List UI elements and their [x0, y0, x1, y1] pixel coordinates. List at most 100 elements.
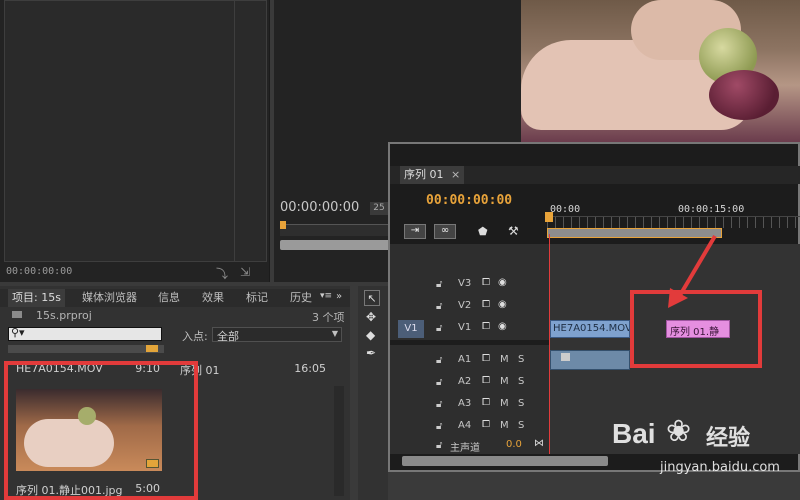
track-header-v3[interactable]: 🔓︎ V3 ⧠ ◉ — [430, 274, 550, 294]
film-icon[interactable]: ⧠ — [482, 321, 490, 332]
program-timecode[interactable]: 00:00:00:00 — [280, 200, 359, 215]
track-header-a1[interactable]: 🔓︎ A1 ⧠ M S — [430, 350, 550, 370]
eye-icon[interactable]: ◉ — [498, 299, 507, 310]
lock-icon[interactable]: 🔓︎ — [436, 440, 444, 451]
badge-icon — [146, 345, 158, 352]
track-header-a4[interactable]: 🔓︎ A4 ⧠ M S — [430, 416, 550, 436]
track-label: A1 — [458, 354, 472, 365]
mute-button[interactable]: M — [500, 354, 509, 365]
master-track-header[interactable]: 🔓︎ 主声道 0.0 ⋈ — [430, 438, 550, 454]
track-header-a3[interactable]: 🔓︎ A3 ⧠ M S — [430, 394, 550, 414]
wrench-icon[interactable]: ⚒ — [508, 224, 519, 238]
solo-button[interactable]: S — [518, 420, 524, 431]
tab-markers[interactable]: 标记 — [246, 289, 268, 307]
master-volume[interactable]: 0.0 — [506, 439, 522, 450]
track-label: A2 — [458, 376, 472, 387]
watermark-brand: Bai — [612, 418, 656, 449]
track-label: V1 — [458, 322, 472, 333]
watermark-brand-cn: 经验 — [706, 426, 751, 451]
time-ruler[interactable] — [547, 216, 800, 228]
film-icon[interactable]: ⧠ — [482, 397, 490, 408]
timeline-tabbar: 序列 01 × — [390, 166, 800, 184]
track-header-v1[interactable]: 🔓︎ V1 ⧠ ◉ — [430, 318, 550, 338]
lock-icon[interactable]: 🔓︎ — [436, 421, 444, 432]
list-item[interactable]: 序列 01 16:05 — [176, 359, 326, 377]
inpoint-label: 入点: — [182, 330, 208, 343]
solo-button[interactable]: S — [518, 354, 524, 365]
tab-media-browser[interactable]: 媒体浏览器 — [82, 289, 137, 307]
solo-button[interactable]: S — [518, 376, 524, 387]
tab-sequence-label: 序列 01 — [404, 168, 444, 181]
tools-panel: ↖ ✥ ◆ ✒ — [358, 286, 388, 500]
insert-icon[interactable]: ⤵ — [216, 265, 228, 282]
mute-button[interactable]: M — [500, 420, 509, 431]
project-file-name: 15s.prproj — [36, 309, 92, 322]
tab-info[interactable]: 信息 — [158, 289, 180, 307]
panel-menu-icon[interactable]: ▾≡ — [320, 291, 332, 301]
source-patch-v1[interactable]: V1 — [398, 320, 424, 338]
tab-sequence[interactable]: 序列 01 × — [400, 166, 465, 184]
tab-effects[interactable]: 效果 — [202, 289, 224, 307]
zoom-level[interactable]: 25 — [370, 202, 388, 215]
tab-project[interactable]: 项目: 15s — [8, 289, 65, 307]
snap-icon[interactable]: ⇥ — [404, 224, 426, 239]
film-icon[interactable]: ⧠ — [482, 299, 490, 310]
source-scrollbar[interactable] — [234, 1, 264, 261]
playhead-handle[interactable] — [545, 212, 553, 222]
playhead-line[interactable] — [549, 234, 550, 454]
grape-purple — [709, 70, 779, 120]
video-clip[interactable]: HE7A0154.MOV [V] — [550, 320, 630, 338]
tab-history[interactable]: 历史 — [290, 289, 312, 307]
eye-icon[interactable]: ◉ — [498, 321, 507, 332]
source-timecode: 00:00:00:00 — [6, 266, 73, 277]
solo-button[interactable]: S — [518, 398, 524, 409]
item-count: 3 个项 — [312, 311, 345, 324]
export-frame-icon[interactable]: ⇲ — [240, 265, 250, 279]
search-input[interactable]: ⚲▾ — [8, 326, 162, 341]
lock-icon[interactable]: 🔓︎ — [436, 399, 444, 410]
baidu-watermark: Bai ❀ 经验 jingyan.baidu.com — [612, 410, 798, 490]
film-icon[interactable]: ⧠ — [482, 277, 490, 288]
link-icon[interactable]: ∞ — [434, 224, 456, 239]
inpoint-select-value: 全部 — [217, 330, 239, 343]
video-preview — [521, 0, 800, 142]
eye-icon[interactable]: ◉ — [498, 277, 507, 288]
track-label: V3 — [458, 278, 472, 289]
program-ruler[interactable] — [280, 221, 390, 236]
lock-icon[interactable]: 🔓︎ — [436, 323, 444, 334]
annotation-arrow-icon — [668, 234, 717, 308]
film-icon[interactable]: ⧠ — [482, 375, 490, 386]
track-header-v2[interactable]: 🔓︎ V2 ⧠ ◉ — [430, 296, 550, 316]
lock-icon[interactable]: 🔓︎ — [436, 377, 444, 388]
marker-icon[interactable]: ⬟ — [478, 225, 488, 238]
audio-clip[interactable] — [550, 350, 630, 370]
source-monitor-frame — [4, 0, 267, 262]
razor-tool-icon[interactable]: ◆ — [366, 328, 375, 342]
inpoint-select[interactable]: 全部 ▼ — [212, 327, 342, 343]
close-icon[interactable]: × — [451, 168, 460, 181]
mute-button[interactable]: M — [500, 398, 509, 409]
paw-icon: ❀ — [666, 414, 692, 449]
lock-icon[interactable]: 🔓︎ — [436, 279, 444, 290]
watermark-url: jingyan.baidu.com — [660, 460, 780, 475]
timeline-scrollbar[interactable] — [402, 456, 608, 466]
ruler-label: 00:00 — [550, 204, 581, 215]
track-header-a2[interactable]: 🔓︎ A2 ⧠ M S — [430, 372, 550, 392]
chevron-down-icon: ▼ — [331, 329, 338, 338]
project-scrollbar[interactable] — [334, 386, 344, 496]
lock-icon[interactable]: 🔓︎ — [436, 301, 444, 312]
pen-tool-icon[interactable]: ✒ — [366, 346, 376, 360]
program-scroll[interactable] — [280, 240, 390, 250]
ruler-label: 00:00:15:00 — [678, 204, 745, 215]
tab-overflow-icon[interactable]: » — [336, 291, 342, 302]
track-select-icon[interactable]: ✥ — [366, 310, 376, 324]
bowtie-icon[interactable]: ⋈ — [534, 438, 544, 449]
timeline-timecode[interactable]: 00:00:00:00 — [426, 193, 512, 208]
film-icon[interactable]: ⧠ — [482, 353, 490, 364]
selection-tool-icon[interactable]: ↖ — [364, 290, 380, 306]
film-icon[interactable]: ⧠ — [482, 419, 490, 430]
program-playhead[interactable] — [280, 221, 286, 229]
lock-icon[interactable]: 🔓︎ — [436, 355, 444, 366]
mute-button[interactable]: M — [500, 376, 509, 387]
master-label: 主声道 — [450, 443, 480, 454]
